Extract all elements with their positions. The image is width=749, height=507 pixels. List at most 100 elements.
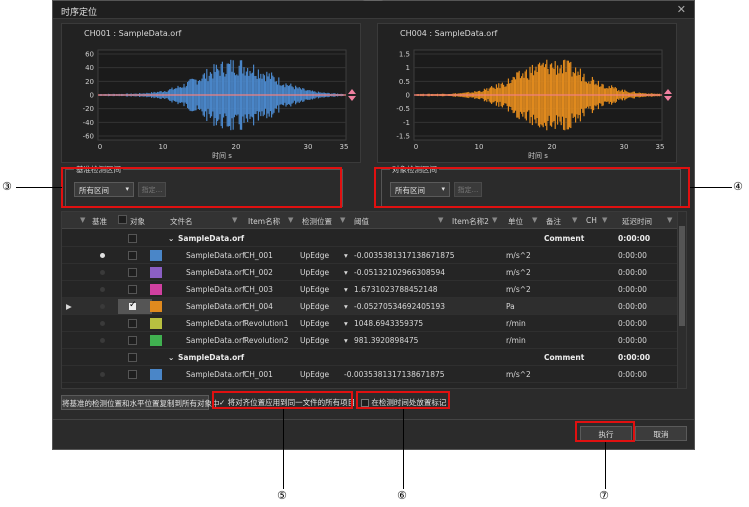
dropdown-icon[interactable]: ▾ (344, 268, 348, 277)
threshold-cell[interactable]: -0.0035381317138671875 (354, 251, 455, 260)
filter-icon[interactable]: ▼ (572, 216, 577, 224)
table-row[interactable]: SampleData.orf CH_001 UpEdge -0.00353813… (62, 366, 678, 383)
base-radio[interactable] (100, 270, 105, 275)
col-note[interactable]: 备注 (546, 216, 561, 227)
table-row[interactable]: ▶ ✓ SampleData.orf CH_004 UpEdge ▾ -0.05270534… (62, 298, 678, 315)
group-name: SampleData.orf (178, 234, 245, 243)
filter-icon[interactable]: ▼ (492, 216, 497, 224)
file-cell: SampleData.orf (186, 268, 245, 277)
filter-icon[interactable]: ▼ (602, 216, 607, 224)
base-radio[interactable] (100, 338, 105, 343)
expand-icon[interactable]: ⌄ (168, 234, 174, 243)
y-tick-label: -40 (83, 119, 94, 127)
x-tick-label: 30 (620, 143, 629, 151)
base-radio[interactable] (100, 304, 105, 309)
dropdown-icon[interactable]: ▾ (344, 302, 348, 311)
table-row[interactable]: SampleData.orf CH_001 UpEdge ▾ -0.0035381317… (62, 247, 678, 264)
dropdown-icon[interactable]: ▾ (344, 285, 348, 294)
threshold-cell[interactable]: 981.3920898475 (354, 336, 418, 345)
base-radio[interactable] (100, 372, 105, 377)
file-cell: SampleData.orf (186, 302, 245, 311)
position-cell[interactable]: UpEdge (300, 302, 329, 311)
y-tick-label: 0 (90, 92, 94, 100)
col-threshold[interactable]: 阈值 (354, 216, 369, 227)
table-row[interactable]: SampleData.orf Revolution1 UpEdge ▾ 1048.694… (62, 315, 678, 332)
dropdown-icon[interactable]: ▾ (344, 251, 348, 260)
col-base[interactable]: 基准 (92, 216, 107, 227)
table-row[interactable]: SampleData.orf Revolution2 UpEdge ▾ 981.3920… (62, 332, 678, 349)
color-swatch (150, 267, 162, 278)
y-tick-label: 1.5 (399, 51, 410, 59)
position-cell[interactable]: UpEdge (300, 285, 329, 294)
callout-4: ④ (733, 180, 743, 193)
base-radio[interactable] (100, 287, 105, 292)
threshold-handle-icon[interactable] (348, 89, 356, 101)
select-all-checkbox[interactable] (118, 215, 127, 224)
item-cell: CH_004 (244, 302, 273, 311)
position-cell[interactable]: UpEdge (300, 370, 329, 379)
target-checkbox[interactable] (128, 319, 137, 328)
base-radio[interactable] (100, 321, 105, 326)
position-cell[interactable]: UpEdge (300, 319, 329, 328)
table-row[interactable]: SampleData.orf CH_003 UpEdge ▾ 1.67310237884… (62, 281, 678, 298)
copy-to-all-button[interactable]: 将基准的检测位置和水平位置复制到所有对象中 (61, 395, 220, 410)
col-position[interactable]: 检测位置 (302, 216, 332, 227)
col-file[interactable]: 文件名 (170, 216, 193, 227)
col-delay[interactable]: 延迟时间 (622, 216, 652, 227)
target-checkbox[interactable] (128, 336, 137, 345)
threshold-handle-icon[interactable] (664, 89, 672, 101)
leader-line (690, 187, 732, 188)
filter-icon[interactable]: ▼ (667, 216, 672, 224)
target-checkbox[interactable]: ✓ (128, 300, 137, 311)
filter-icon[interactable]: ▼ (340, 216, 345, 224)
col-ch[interactable]: CH (586, 216, 597, 225)
group-row[interactable]: ⌄ SampleData.orf Comment 0:00:00 (62, 349, 678, 366)
unit-cell: r/min (506, 336, 526, 345)
target-checkbox[interactable] (128, 370, 137, 379)
threshold-cell[interactable]: 1.6731023788452148 (354, 285, 438, 294)
scroll-thumb[interactable] (679, 226, 685, 326)
y-tick-label: 0 (406, 92, 410, 100)
unit-cell: r/min (506, 319, 526, 328)
highlight-4 (374, 167, 690, 208)
check-icon: ✓ (129, 300, 137, 310)
col-unit[interactable]: 单位 (508, 216, 523, 227)
leader-line (16, 187, 62, 188)
col-target[interactable]: 对象 (130, 216, 145, 227)
base-radio[interactable] (100, 253, 105, 258)
position-cell[interactable]: UpEdge (300, 336, 329, 345)
group-name: SampleData.orf (178, 353, 245, 362)
group-row[interactable]: ⌄ SampleData.orf Comment 0:00:00 (62, 230, 678, 247)
position-cell[interactable]: UpEdge (300, 268, 329, 277)
threshold-cell[interactable]: 1048.6943359375 (354, 319, 423, 328)
col-item2[interactable]: Item名称2 (452, 216, 489, 227)
cancel-button[interactable]: 取消 (635, 426, 687, 441)
filter-icon[interactable]: ▼ (532, 216, 537, 224)
filter-icon[interactable]: ▼ (80, 216, 85, 224)
group-checkbox[interactable] (128, 234, 137, 243)
group-checkbox[interactable] (128, 353, 137, 362)
col-item[interactable]: Item名称 (248, 216, 280, 227)
file-cell: SampleData.orf (186, 285, 245, 294)
dropdown-icon[interactable]: ▾ (344, 336, 348, 345)
threshold-cell[interactable]: -0.05132102966308594 (354, 268, 445, 277)
filter-icon[interactable]: ▼ (438, 216, 443, 224)
target-checkbox[interactable] (128, 268, 137, 277)
filter-icon[interactable]: ▼ (288, 216, 293, 224)
dropdown-icon[interactable]: ▾ (344, 319, 348, 328)
threshold-cell[interactable]: -0.0035381317138671875 (344, 370, 445, 379)
target-checkbox[interactable] (128, 285, 137, 294)
x-axis-label: 时间 s (528, 151, 548, 160)
close-icon[interactable]: ✕ (677, 3, 686, 16)
target-checkbox[interactable] (128, 251, 137, 260)
group-delay: 0:00:00 (618, 353, 651, 362)
grid-scrollbar[interactable] (677, 212, 686, 388)
filter-icon[interactable]: ▼ (232, 216, 237, 224)
expand-icon[interactable]: ⌄ (168, 353, 174, 362)
channel-grid: ▼ 基准 对象 文件名 ▼ Item名称 ▼ 检测位置 ▼ 阈值 ▼ Item名… (61, 211, 687, 389)
threshold-cell[interactable]: -0.05270534692405193 (354, 302, 445, 311)
x-tick-label: 20 (548, 143, 557, 151)
position-cell[interactable]: UpEdge (300, 251, 329, 260)
unit-cell: m/s^2 (506, 370, 531, 379)
table-row[interactable]: SampleData.orf CH_002 UpEdge ▾ -0.0513210296… (62, 264, 678, 281)
